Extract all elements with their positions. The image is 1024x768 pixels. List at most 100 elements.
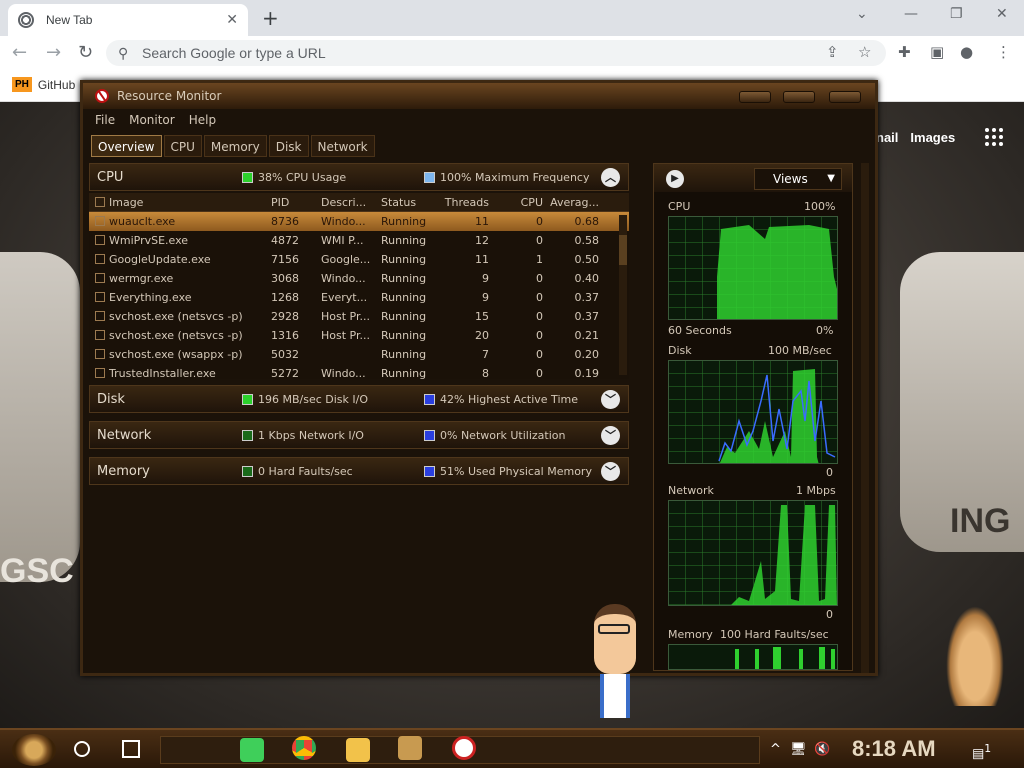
col-threads[interactable]: Threads xyxy=(439,193,493,211)
ph-icon: PH xyxy=(12,77,32,92)
search-circle-icon[interactable] xyxy=(74,741,90,757)
tab-overview[interactable]: Overview xyxy=(91,135,162,157)
gmail-link[interactable]: nail xyxy=(876,130,898,145)
resource-monitor-taskbar-icon[interactable] xyxy=(452,736,476,760)
col-description[interactable]: Descri... xyxy=(321,193,381,211)
table-row[interactable]: wuauclt.exe 8736 Windo... Running 11 0 0.68 xyxy=(89,212,629,231)
back-icon[interactable]: ← xyxy=(12,42,27,63)
row-checkbox[interactable] xyxy=(89,307,109,326)
forward-icon[interactable]: → xyxy=(46,42,61,63)
bookmark-github[interactable]: PH GitHub xyxy=(12,77,75,92)
collapse-graphs-icon[interactable]: ▶ xyxy=(666,170,684,188)
images-link[interactable]: Images xyxy=(910,130,955,145)
bookmark-star-icon[interactable]: ☆ xyxy=(858,43,871,61)
network-section-header[interactable]: Network 1 Kbps Network I/O 0% Network Ut… xyxy=(89,421,629,449)
notes-app-icon[interactable] xyxy=(240,738,264,762)
table-row[interactable]: TrustedInstaller.exe 5272 Windo... Running 8… xyxy=(89,364,629,379)
row-checkbox[interactable] xyxy=(89,212,109,231)
extensions-icon[interactable]: ✚ xyxy=(898,43,911,61)
expand-chevron-icon[interactable]: ﹀ xyxy=(601,390,620,409)
expand-chevron-icon[interactable]: ﹀ xyxy=(601,426,620,445)
col-average[interactable]: Averag... xyxy=(549,193,603,211)
close-tab-icon[interactable]: ✕ xyxy=(226,12,238,28)
col-status[interactable]: Status xyxy=(381,193,439,211)
col-pid[interactable]: PID xyxy=(271,193,321,211)
menu-monitor[interactable]: Monitor xyxy=(129,113,175,127)
graphs-scrollbar[interactable] xyxy=(861,163,869,673)
minimize-button[interactable]: — xyxy=(904,6,918,22)
menu-file[interactable]: File xyxy=(95,113,115,127)
row-checkbox[interactable] xyxy=(89,364,109,379)
row-pid: 8736 xyxy=(271,215,299,228)
expand-chevron-icon[interactable]: ﹀ xyxy=(601,462,620,481)
col-cpu[interactable]: CPU xyxy=(493,193,549,211)
rm-minimize-button[interactable] xyxy=(739,91,771,103)
tab-disk[interactable]: Disk xyxy=(268,135,309,157)
table-row[interactable]: svchost.exe (wsappx -p) 5032 Running 7 0 0.20 xyxy=(89,345,629,364)
row-checkbox[interactable] xyxy=(89,326,109,345)
side-panel-icon[interactable]: ▣ xyxy=(930,43,944,61)
tab-cpu[interactable]: CPU xyxy=(163,135,202,157)
table-row[interactable]: WmiPrvSE.exe 4872 WMI P... Running 12 0 0.58 xyxy=(89,231,629,250)
table-row[interactable]: wermgr.exe 3068 Windo... Running 9 0 0.40 xyxy=(89,269,629,288)
row-checkbox[interactable] xyxy=(89,231,109,250)
network-tray-icon[interactable]: 🖥 xyxy=(790,742,807,757)
apps-grid-icon[interactable] xyxy=(985,128,1004,146)
row-average: 0.19 xyxy=(574,367,600,379)
notifications-icon[interactable]: ▤1 xyxy=(972,742,991,761)
taskbar-clock[interactable]: 8:18 AM xyxy=(852,736,936,762)
reload-icon[interactable]: ↻ xyxy=(78,42,93,63)
row-cpu: 0 xyxy=(536,291,543,304)
rm-menubar: File Monitor Help xyxy=(83,109,875,131)
cpu-section-header[interactable]: CPU 38% CPU Usage 100% Maximum Frequency… xyxy=(89,163,629,191)
start-button[interactable] xyxy=(12,734,56,766)
row-status: Running xyxy=(381,215,427,228)
menu-icon[interactable]: ⋮ xyxy=(996,43,1011,61)
collapse-chevron-icon[interactable]: ︿ xyxy=(601,168,620,187)
new-tab-button[interactable]: + xyxy=(262,6,279,30)
browser-tab[interactable]: New Tab ✕ xyxy=(8,4,248,36)
window-title: Resource Monitor xyxy=(117,89,222,103)
share-icon[interactable]: ⇪ xyxy=(826,43,839,61)
disk-section-header[interactable]: Disk 196 MB/sec Disk I/O 42% Highest Act… xyxy=(89,385,629,413)
table-row[interactable]: Everything.exe 1268 Everyt... Running 9 0 0.37 xyxy=(89,288,629,307)
menu-help[interactable]: Help xyxy=(189,113,216,127)
restore-button[interactable]: ❐ xyxy=(950,6,963,22)
col-image[interactable]: Image xyxy=(109,193,271,211)
show-hidden-icons[interactable]: ^ xyxy=(770,742,781,757)
table-row[interactable]: svchost.exe (netsvcs -p) 1316 Host Pr... Ru… xyxy=(89,326,629,345)
search-icon: ⚲ xyxy=(118,45,129,61)
game-app-icon[interactable] xyxy=(398,736,422,760)
row-image: svchost.exe (netsvcs -p) xyxy=(109,310,243,323)
rm-maximize-button[interactable] xyxy=(783,91,815,103)
row-status: Running xyxy=(381,291,427,304)
rm-close-button[interactable] xyxy=(829,91,861,103)
profile-icon[interactable]: ● xyxy=(960,43,973,61)
omnibox[interactable]: ⚲ Search Google or type a URL xyxy=(106,40,886,66)
disk-graph xyxy=(668,360,838,464)
select-all-checkbox[interactable] xyxy=(89,193,109,211)
volume-muted-icon[interactable]: 🔇 xyxy=(814,742,830,757)
row-checkbox[interactable] xyxy=(89,250,109,269)
task-view-icon[interactable] xyxy=(122,740,140,758)
table-scrollbar[interactable] xyxy=(619,215,627,375)
cpu-frequency-text: 100% Maximum Frequency xyxy=(440,171,590,184)
tab-memory[interactable]: Memory xyxy=(203,135,267,157)
views-dropdown[interactable]: Views ▼ xyxy=(754,168,842,190)
row-average: 0.20 xyxy=(574,348,600,361)
disk-graph-max: 100 MB/sec xyxy=(768,344,832,357)
rm-titlebar[interactable]: Resource Monitor xyxy=(83,83,875,109)
table-row[interactable]: svchost.exe (netsvcs -p) 2928 Host Pr... Ru… xyxy=(89,307,629,326)
memory-section-header[interactable]: Memory 0 Hard Faults/sec 51% Used Physic… xyxy=(89,457,629,485)
close-window-button[interactable]: ✕ xyxy=(996,6,1008,22)
chrome-taskbar-icon[interactable] xyxy=(292,736,316,760)
browser-tab-strip: New Tab ✕ + ⌄ — ❐ ✕ xyxy=(0,0,1024,36)
row-checkbox[interactable] xyxy=(89,345,109,364)
network-graph-title: Network xyxy=(668,484,714,497)
table-row[interactable]: GoogleUpdate.exe 7156 Google... Running 11 1 0… xyxy=(89,250,629,269)
row-checkbox[interactable] xyxy=(89,269,109,288)
tab-search-icon[interactable]: ⌄ xyxy=(856,6,868,22)
row-checkbox[interactable] xyxy=(89,288,109,307)
file-explorer-icon[interactable] xyxy=(346,738,370,762)
tab-network[interactable]: Network xyxy=(310,135,375,157)
